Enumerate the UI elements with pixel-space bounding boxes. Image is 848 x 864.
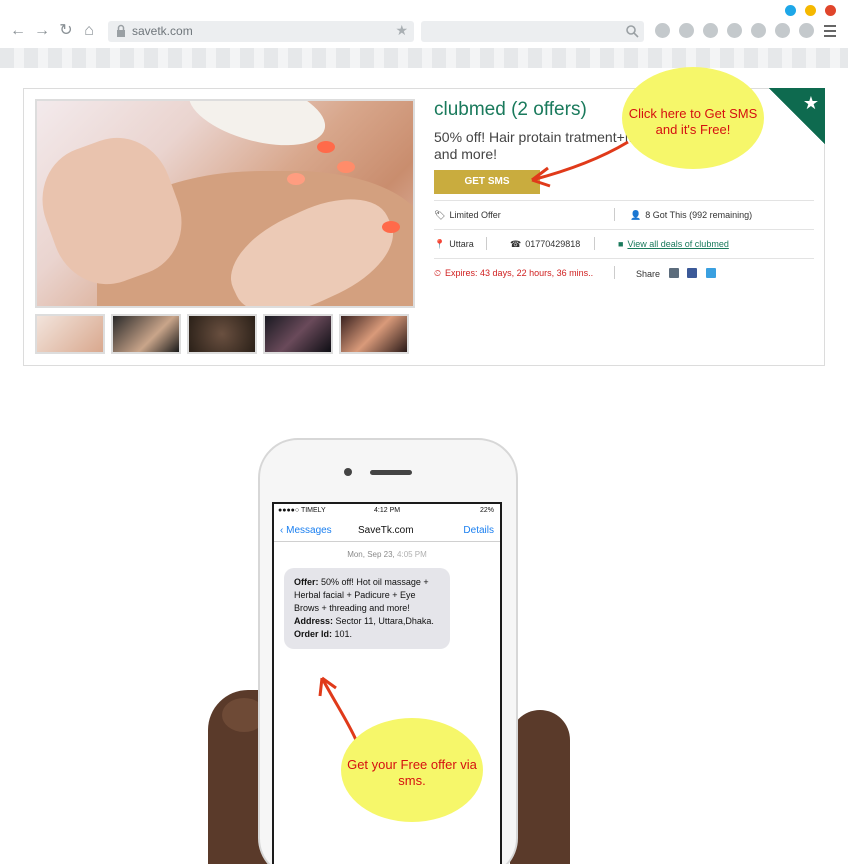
window-controls (785, 5, 836, 16)
hamburger-menu-icon[interactable] (824, 25, 836, 40)
camera-icon (344, 468, 352, 476)
view-all-deals-link[interactable]: View all deals of clubmed (627, 239, 728, 249)
tag-icon: 🏷 (434, 210, 446, 220)
lock-icon (117, 24, 125, 37)
thumbnail-5[interactable] (339, 314, 409, 354)
alert-icon[interactable] (703, 23, 718, 38)
thumbnail-2[interactable] (111, 314, 181, 354)
status-time: 4:12 PM (374, 507, 401, 514)
address-text: Sector 11, Uttara,Dhaka. (335, 616, 434, 626)
got-this-count: 8 Got This (992 remaining) (645, 210, 753, 220)
back-arrow-icon[interactable]: ← (8, 21, 28, 41)
toolbar-extensions (655, 23, 814, 38)
message-date: Mon, Sep 23, (347, 550, 395, 559)
search-icon (626, 25, 639, 38)
phone-icon: ☎ (510, 239, 522, 249)
limited-offer-label: Limited Offer (449, 210, 501, 220)
status-bar: ●●●●○ TIMELY 4:12 PM 22% (278, 507, 498, 514)
reload-icon[interactable]: ↻ (56, 21, 76, 41)
email-share-icon[interactable] (668, 268, 679, 278)
home-icon[interactable]: ⌂ (79, 21, 99, 41)
order-label: Order Id: (294, 629, 333, 639)
back-label: Messages (286, 525, 332, 536)
thumbnail-3[interactable] (187, 314, 257, 354)
speaker-icon (370, 470, 412, 475)
free-offer-callout: Get your Free offer via sms. (341, 718, 483, 822)
forward-arrow-icon[interactable]: → (32, 21, 52, 41)
twitter-share-icon[interactable] (705, 268, 716, 278)
facebook-share-icon[interactable] (687, 268, 698, 278)
maximize-dot[interactable] (805, 5, 816, 16)
address-label: Address: (294, 616, 334, 626)
deal-main-image[interactable] (35, 99, 415, 308)
minimize-dot[interactable] (785, 5, 796, 16)
bookmark-star-icon[interactable]: ★ (395, 22, 408, 39)
location-pin-icon: 📍 (434, 239, 446, 249)
share-label: Share (636, 269, 661, 279)
info-row-offer: 🏷 Limited Offer 👤 8 Got This (992 remainin… (434, 200, 814, 228)
clock-icon: ⏲ (434, 268, 442, 278)
person-icon: 👤 (630, 210, 642, 220)
details-button[interactable]: Details (463, 525, 494, 536)
featured-ribbon: ★ (769, 88, 825, 144)
phone-number: 01770429818 (525, 239, 581, 249)
callout-arrow-icon (531, 140, 629, 188)
message-time: 4:05 PM (397, 550, 427, 559)
thumbnail-1[interactable] (35, 314, 105, 354)
messages-navbar: ‹ Messages SaveTk.com Details (274, 520, 500, 542)
location-text: Uttara (449, 239, 474, 249)
sms-bubble: Offer: 50% off! Hot oil massage + Herbal… (284, 568, 450, 649)
deal-title: clubmed (2 offers) (434, 99, 587, 120)
browser-toolbar: ← → ↻ ⌂ savetk.com ★ (0, 18, 848, 44)
sms-hint-callout: Click here to Get SMS and it's Free! (622, 67, 764, 169)
thumbnail-4[interactable] (263, 314, 333, 354)
expires-text: Expires: 43 days, 22 hours, 36 mins.. (445, 268, 594, 278)
cloud-icon[interactable] (655, 23, 670, 38)
camera-icon[interactable] (679, 23, 694, 38)
info-row-expiry: ⏲ Expires: 43 days, 22 hours, 36 mins.. S… (434, 258, 814, 286)
tab-strip (0, 48, 848, 68)
search-bar[interactable] (421, 21, 644, 42)
broadcast-icon[interactable] (727, 23, 742, 38)
close-dot[interactable] (825, 5, 836, 16)
carrier: ●●●●○ TIMELY (278, 507, 326, 514)
offer-label: Offer: (294, 577, 319, 587)
image-thumbnails (35, 314, 409, 354)
contact-name: SaveTk.com (358, 525, 414, 536)
address-bar[interactable]: savetk.com ★ (108, 21, 414, 42)
message-timestamp: Mon, Sep 23, 4:05 PM (274, 550, 500, 559)
store-icon: ■ (618, 239, 624, 249)
info-row-contact: 📍 Uttara ☎ 01770429818 ■ View all deals of … (434, 229, 814, 257)
star-icon: ★ (802, 93, 819, 113)
shield-icon[interactable] (775, 23, 790, 38)
messages-back-button[interactable]: ‹ Messages (280, 525, 332, 536)
right-hand (510, 710, 570, 864)
url-text: savetk.com (132, 24, 193, 38)
order-text: 101. (334, 629, 353, 639)
battery: 22% (479, 507, 494, 514)
briefcase-icon[interactable] (751, 23, 766, 38)
heart-icon[interactable] (799, 23, 814, 38)
